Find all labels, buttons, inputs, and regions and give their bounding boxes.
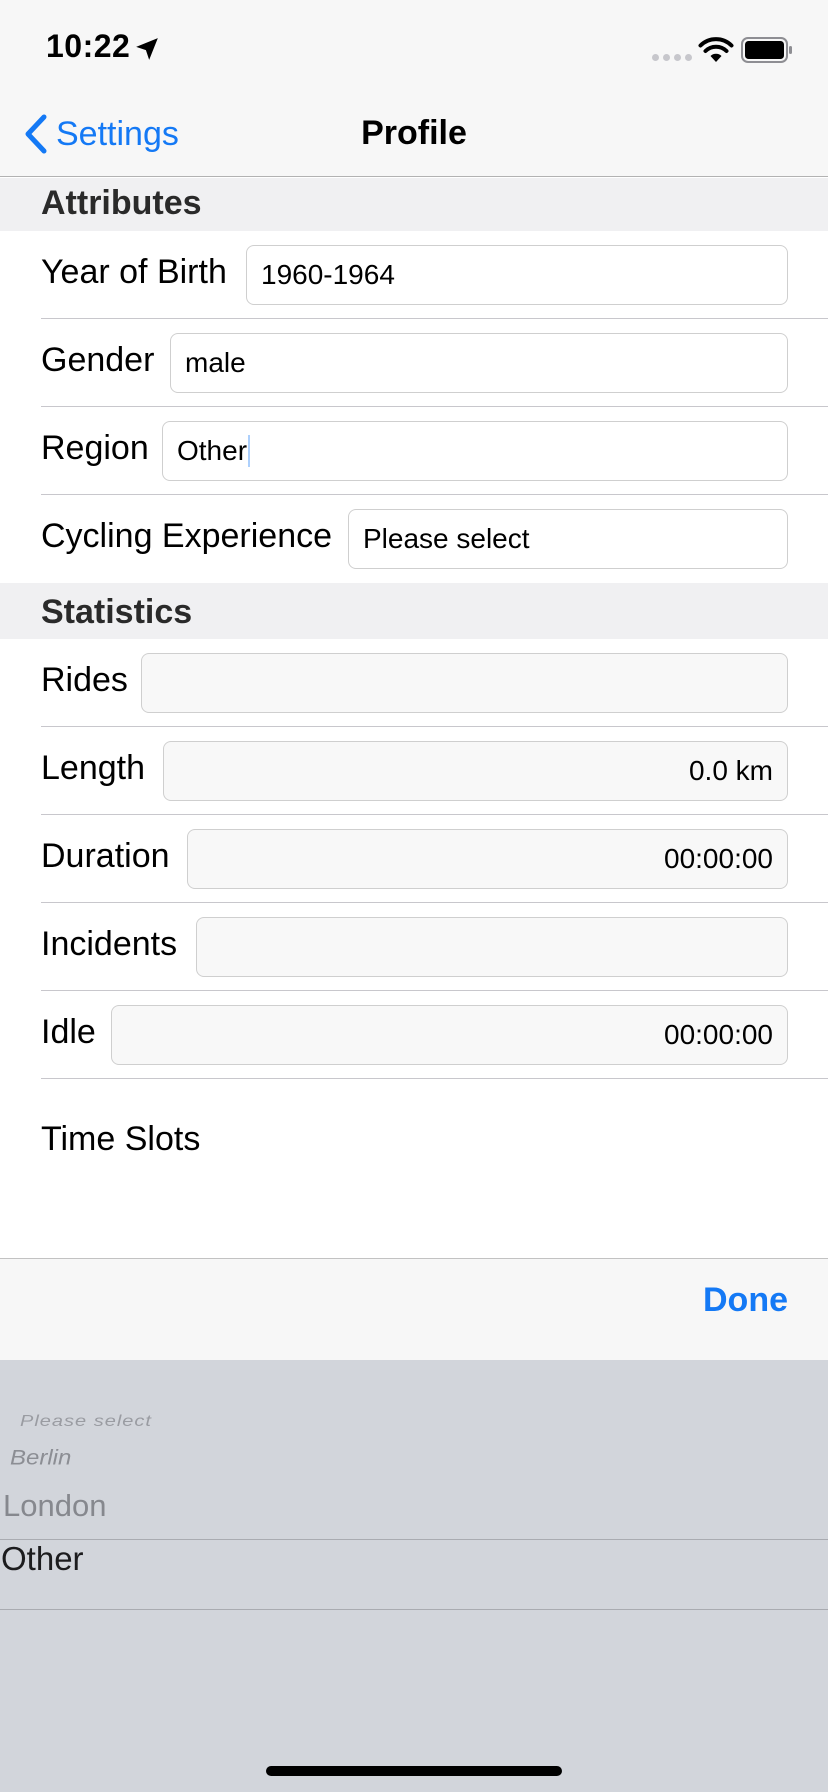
section-header-statistics: Statistics (0, 583, 828, 639)
navigation-bar: Settings Profile (0, 100, 828, 177)
picker-option-please-select[interactable]: Please select (20, 1412, 152, 1430)
duration-field: 00:00:00 (187, 829, 788, 889)
page-title: Profile (361, 114, 467, 152)
section-header-attributes: Attributes (0, 178, 828, 231)
gender-label: Gender (41, 341, 155, 379)
row-cycling-experience: Cycling Experience Please select (0, 495, 828, 583)
row-year-of-birth: Year of Birth 1960-1964 (0, 231, 828, 319)
picker-selection-line-bottom (0, 1609, 828, 1610)
row-idle: Idle 00:00:00 (0, 991, 828, 1079)
text-cursor (248, 435, 251, 467)
year-of-birth-field[interactable]: 1960-1964 (246, 245, 788, 305)
row-duration: Duration 00:00:00 (0, 815, 828, 903)
region-field-value: Other (177, 435, 248, 466)
region-picker[interactable]: Please select Berlin London Other (0, 1360, 828, 1792)
region-field[interactable]: Other (162, 421, 788, 481)
home-indicator[interactable] (266, 1766, 562, 1776)
idle-field: 00:00:00 (111, 1005, 788, 1065)
year-of-birth-label: Year of Birth (41, 253, 227, 291)
done-button[interactable]: Done (703, 1281, 788, 1320)
cycling-experience-field[interactable]: Please select (348, 509, 788, 569)
rides-field (141, 653, 788, 713)
time-slots-label: Time Slots (41, 1120, 201, 1158)
region-label: Region (41, 429, 149, 467)
rides-label: Rides (41, 661, 128, 699)
section-header-label: Statistics (41, 593, 193, 631)
idle-label: Idle (41, 1013, 96, 1051)
status-bar: 10:22 (0, 0, 828, 100)
battery-icon (741, 37, 792, 63)
section-header-label: Attributes (41, 184, 202, 222)
incidents-label: Incidents (41, 925, 178, 963)
wifi-icon (698, 37, 734, 62)
picker-toolbar: Done (0, 1258, 828, 1360)
row-region: Region Other (0, 407, 828, 495)
duration-label: Duration (41, 837, 170, 875)
picker-selection-line-top (0, 1539, 828, 1540)
row-incidents: Incidents (0, 903, 828, 991)
status-time: 10:22 (46, 28, 131, 64)
row-length: Length 0.0 km (0, 727, 828, 815)
incidents-field (196, 917, 788, 977)
length-label: Length (41, 749, 145, 787)
row-gender: Gender male (0, 319, 828, 407)
picker-option-berlin[interactable]: Berlin (10, 1445, 71, 1470)
picker-option-other-selected[interactable]: Other (1, 1540, 84, 1578)
gender-field[interactable]: male (170, 333, 788, 393)
row-separator (41, 1078, 828, 1079)
cellular-signal-icon (652, 54, 692, 61)
cycling-experience-label: Cycling Experience (41, 517, 333, 555)
row-rides: Rides (0, 639, 828, 727)
location-arrow-icon (136, 38, 158, 60)
length-field: 0.0 km (163, 741, 788, 801)
picker-option-london[interactable]: London (3, 1488, 106, 1524)
